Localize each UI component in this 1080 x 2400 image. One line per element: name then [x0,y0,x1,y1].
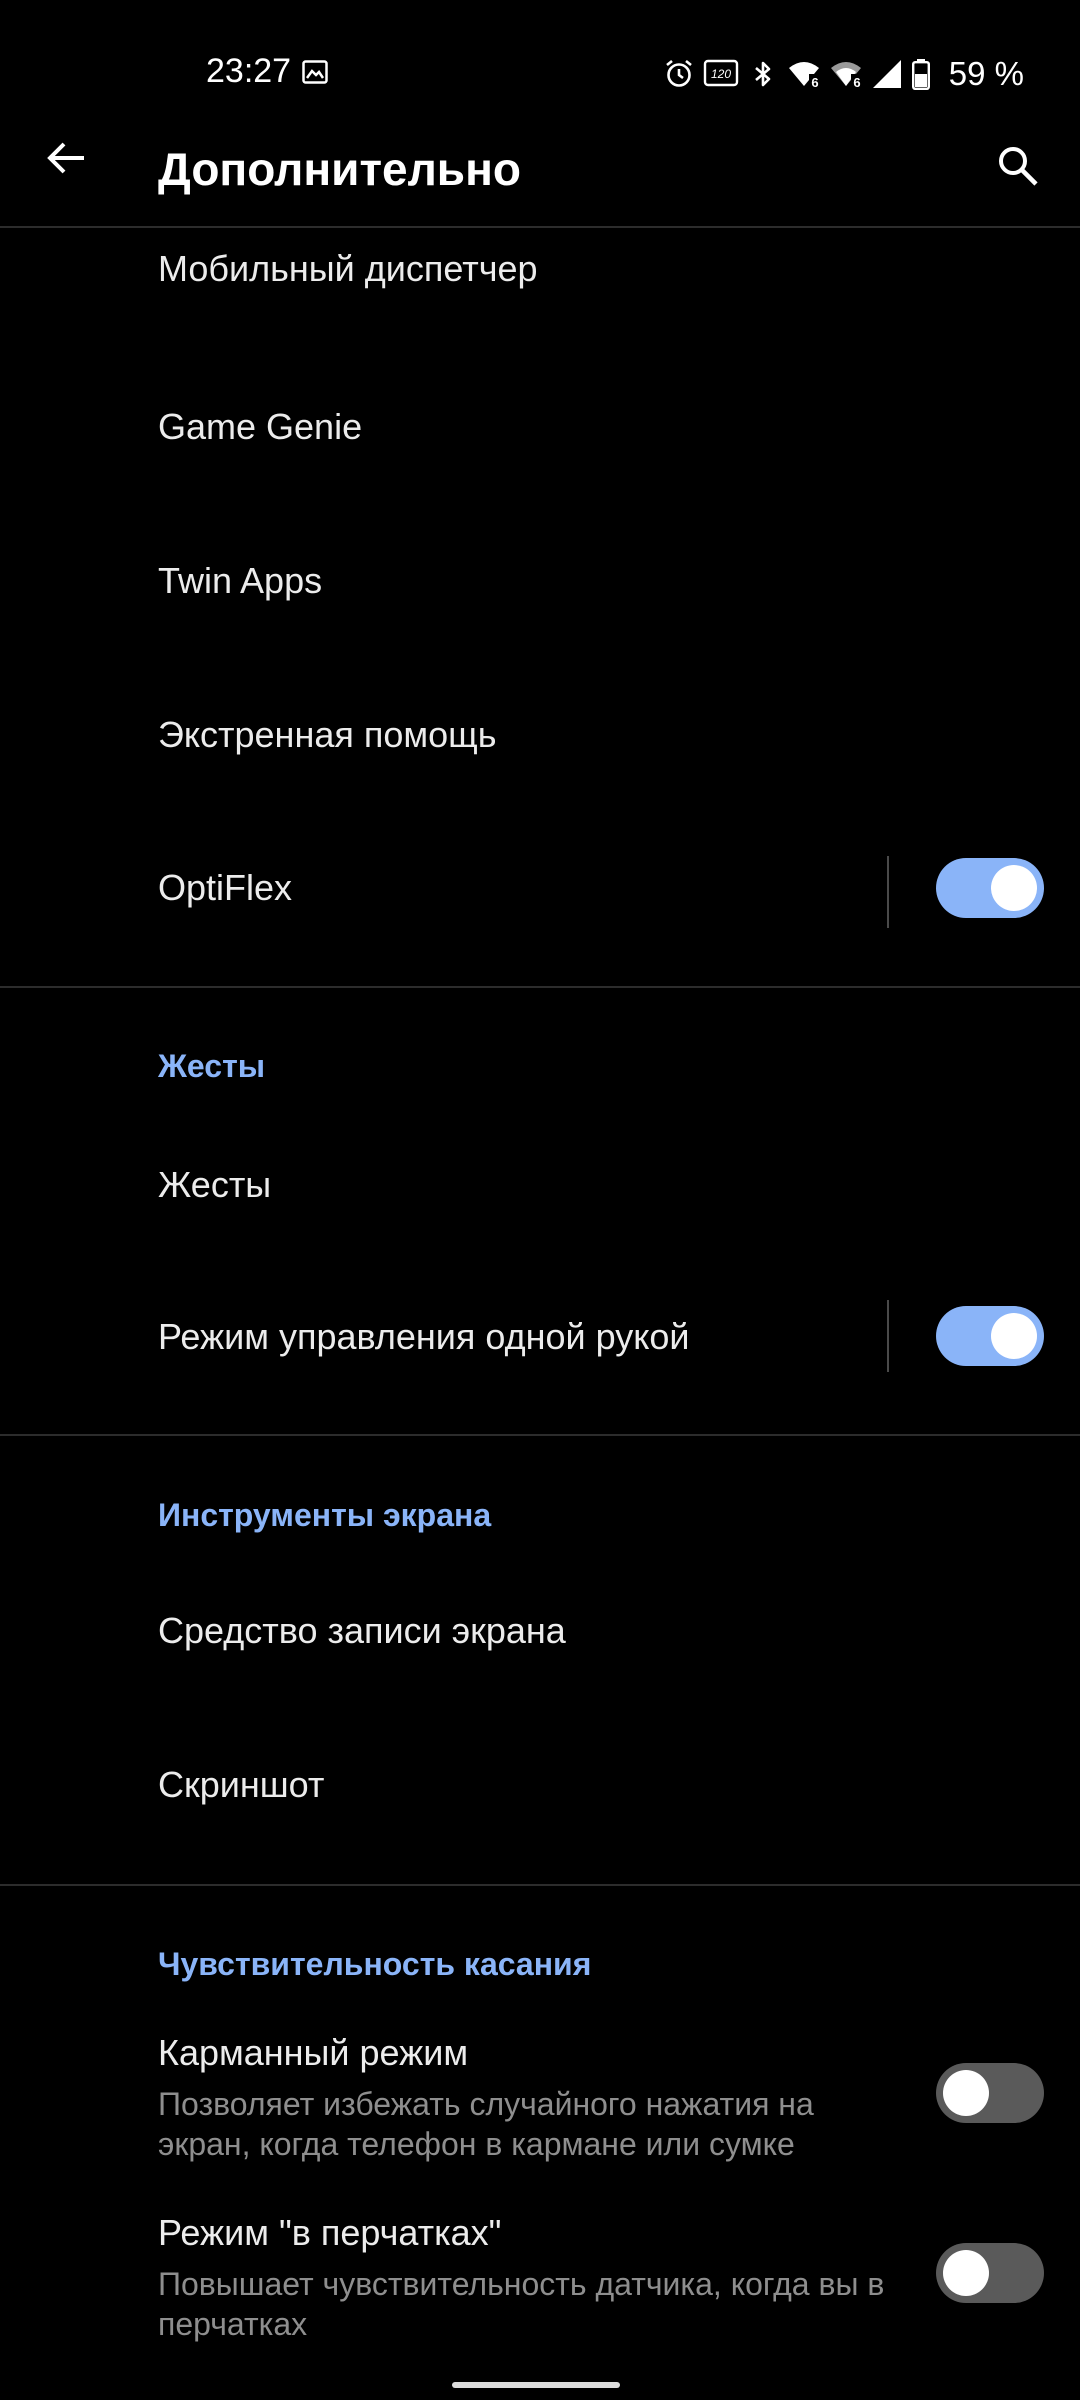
item-title: Мобильный диспетчер [158,248,538,289]
item-title: Карманный режим [158,2032,469,2073]
section-divider [0,1434,1080,1436]
refresh-rate-label: 120 [711,67,731,81]
alarm-icon [665,59,692,87]
search-icon [999,147,1038,186]
cell-signal-icon [872,60,901,88]
svg-text:6: 6 [811,75,818,90]
item-title: Жесты [158,1164,272,1205]
toggle-knob [991,865,1037,911]
item-title: Средство записи экрана [158,1610,566,1651]
menu-item-optiflex[interactable]: OptiFlex [0,842,1080,986]
item-title: Режим "в перчатках" [158,2212,502,2253]
navigation-handle[interactable] [452,2382,620,2388]
menu-item-mobile-manager[interactable]: Мобильный диспетчер [0,228,1080,380]
pocket-mode-toggle[interactable] [936,2063,1044,2123]
one-hand-mode-toggle[interactable] [936,1306,1044,1366]
battery-percent: 59 % [948,55,1024,92]
menu-item-screen-recorder[interactable]: Средство записи экрана [0,1556,1080,1708]
status-icons: 120 6 6 59 % [663,54,1024,94]
optiflex-toggle[interactable] [936,858,1044,918]
item-subtitle: Позволяет избежать случайного нажатия на… [158,2086,814,2162]
item-title: Скриншот [158,1764,325,1805]
glove-mode-toggle[interactable] [936,2243,1044,2303]
gallery-icon [302,60,328,84]
item-subtitle: Повышает чувствительность датчика, когда… [158,2266,885,2342]
section-divider [0,1884,1080,1886]
toggle-knob [943,2250,989,2296]
wifi-6-icon: 6 [788,62,821,90]
menu-item-screenshot[interactable]: Скриншот [0,1708,1080,1884]
status-time: 23:27 [206,52,292,90]
page-title: Дополнительно [158,143,521,195]
search-button[interactable] [992,140,1044,192]
bluetooth-icon [754,61,771,87]
menu-item-twin-apps[interactable]: Twin Apps [0,534,1080,688]
menu-item-one-hand-mode[interactable]: Режим управления одной рукой [0,1258,1080,1434]
item-title: Game Genie [158,406,363,447]
arrow-left-icon [47,142,84,174]
toggle-separator [887,856,889,928]
item-title: Twin Apps [158,560,323,601]
menu-item-game-genie[interactable]: Game Genie [0,380,1080,534]
back-button[interactable] [38,130,94,186]
section-header-screen-tools: Инструменты экрана [158,1497,492,1533]
item-title: Экстренная помощь [158,714,497,755]
section-header-gestures: Жесты [158,1048,266,1084]
item-title: OptiFlex [158,867,293,908]
svg-text:6: 6 [853,75,860,90]
wifi-6-icon: 6 [830,62,863,90]
toggle-knob [991,1313,1037,1359]
menu-item-emergency-help[interactable]: Экстренная помощь [0,688,1080,842]
status-bar: 23:27 120 6 6 59 % [0,0,1080,150]
section-header-touch-sensitivity: Чувствительность касания [158,1946,592,1982]
toggle-separator [887,1300,889,1372]
section-divider [0,986,1080,988]
menu-item-gestures[interactable]: Жесты [0,1106,1080,1258]
menu-item-pocket-mode[interactable]: Карманный режим Позволяет избежать случа… [0,2010,1080,2180]
refresh-rate-icon: 120 [703,59,738,87]
item-title: Режим управления одной рукой [158,1316,690,1357]
battery-icon [911,59,930,90]
toggle-knob [943,2070,989,2116]
menu-item-glove-mode[interactable]: Режим "в перчатках" Повышает чувствитель… [0,2190,1080,2370]
